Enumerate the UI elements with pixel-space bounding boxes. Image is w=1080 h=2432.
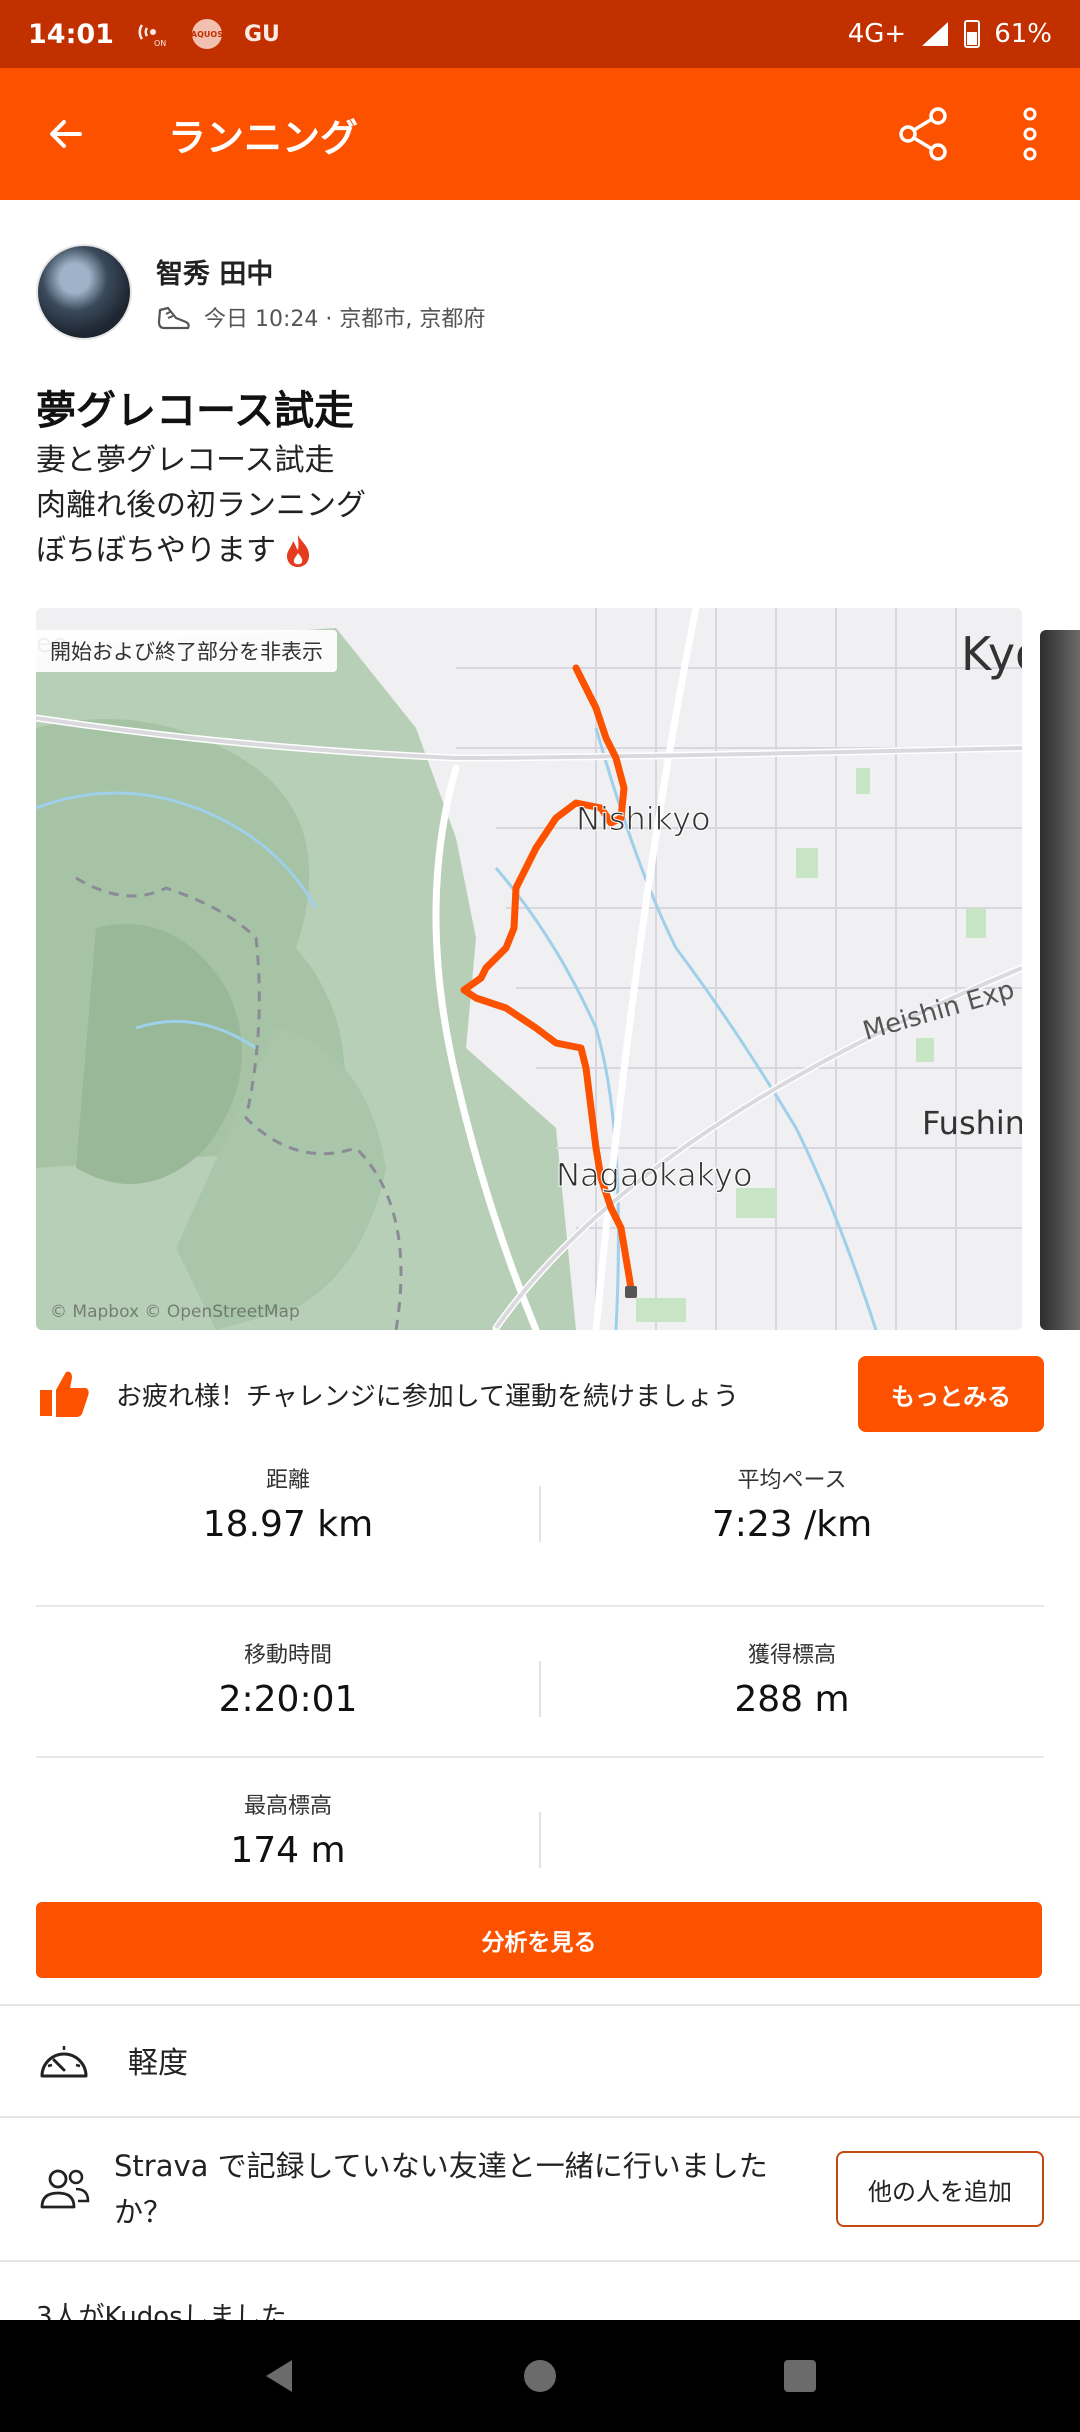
- stat-row-1: 距離 18.97 km 平均ペース 7:23 /km: [36, 1456, 1044, 1607]
- page-title: ランニング: [168, 115, 359, 160]
- perceived-effort-label: 軽度: [128, 2046, 188, 2081]
- map-privacy-tag: 開始および終了部分を非表示: [36, 630, 337, 672]
- map-privacy-tag-text: 開始および終了部分を非表示: [50, 640, 323, 664]
- status-time: 14:01: [28, 18, 114, 50]
- photo-peek[interactable]: [1040, 630, 1080, 1330]
- stat-avg-pace: 平均ペース 7:23 /km: [540, 1456, 1044, 1605]
- stats-grid: 距離 18.97 km 平均ペース 7:23 /km 移動時間 2:20:01 …: [36, 1456, 1044, 1909]
- stat-row-3: 最高標高 174 m: [36, 1758, 1044, 1909]
- gu-app-icon: GU: [243, 21, 280, 47]
- status-bar: 14:01 ON AQUOS GU 4G+ 61%: [0, 0, 1080, 68]
- gauge-icon: [40, 2046, 88, 2078]
- hotspot-on-icon: ON: [136, 17, 170, 51]
- stat-label: 獲得標高: [747, 1643, 836, 1668]
- map-label-nagaokakyo: Nagaokakyo: [556, 1156, 753, 1194]
- divider: [539, 1486, 541, 1542]
- divider: [0, 2260, 1080, 2262]
- map-label-fushimi: Fushin: [922, 1104, 1022, 1142]
- description-line-3: ぼちぼちやります: [36, 528, 366, 573]
- stat-elevation-gain: 獲得標高 288 m: [540, 1631, 1044, 1756]
- see-more-button[interactable]: もっとみる: [858, 1356, 1044, 1432]
- description-line-1: 妻と夢グレコース試走: [36, 443, 335, 478]
- map-canvas: Nishikyo Nagaokakyo Fushin Meishin Exp K…: [36, 608, 1022, 1330]
- challenge-text: お疲れ様！チャレンジに参加して運動を続けましょう: [116, 1381, 739, 1412]
- divider: [539, 1812, 541, 1868]
- add-friends-row: Strava で記録していない友達と一緒に行いましたか？ 他の人を追加: [36, 2146, 1044, 2232]
- stat-value: 174 m: [230, 1830, 346, 1871]
- activity-meta: 今日 10:24 · 京都市, 京都府: [156, 301, 485, 333]
- stat-value: 18.97 km: [202, 1504, 374, 1545]
- thumbs-up-icon: [40, 1371, 89, 1417]
- arrow-left-icon: [50, 120, 82, 148]
- route-map[interactable]: Nishikyo Nagaokakyo Fushin Meishin Exp K…: [36, 608, 1022, 1330]
- map-attribution: © Mapbox © OpenStreetMap: [50, 1302, 300, 1322]
- stat-label: 移動時間: [243, 1643, 332, 1668]
- running-shoe-icon: [157, 306, 190, 329]
- signal-icon: [922, 22, 949, 46]
- perceived-effort[interactable]: 軽度: [36, 2028, 188, 2092]
- stat-moving-time: 移動時間 2:20:01: [36, 1631, 540, 1756]
- add-others-button[interactable]: 他の人を追加: [836, 2151, 1044, 2227]
- activity-time-location: 今日 10:24 · 京都市, 京都府: [204, 306, 486, 332]
- activity-title: 夢グレコース試走: [36, 388, 354, 434]
- stat-value: 7:23 /km: [711, 1504, 873, 1545]
- stat-distance: 距離 18.97 km: [36, 1456, 540, 1605]
- view-analysis-button[interactable]: 分析を見る: [36, 1902, 1042, 1978]
- athlete-info: 智秀 田中 今日 10:24 · 京都市, 京都府: [156, 252, 485, 333]
- map-label-kyoto: Kyo: [961, 627, 1022, 681]
- divider: [0, 2116, 1080, 2118]
- stat-value: 2:20:01: [218, 1679, 358, 1720]
- share-icon: [899, 107, 947, 161]
- more-button[interactable]: [1000, 98, 1060, 170]
- stat-value: 288 m: [734, 1679, 850, 1720]
- group-icon: [40, 2169, 90, 2209]
- battery-percent: 61%: [994, 19, 1052, 49]
- battery-icon: [964, 20, 981, 48]
- athlete-name[interactable]: 智秀 田中: [156, 252, 485, 291]
- more-vertical-icon: [1023, 107, 1037, 161]
- avatar[interactable]: [36, 244, 132, 340]
- stat-label: 平均ペース: [737, 1468, 847, 1493]
- divider: [539, 1661, 541, 1717]
- map-label-nishikyo: Nishikyo: [576, 800, 711, 838]
- activity-description: 妻と夢グレコース試走 肉離れ後の初ランニング ぼちぼちやります: [36, 438, 366, 573]
- share-button[interactable]: [888, 98, 960, 170]
- app-bar: ランニング: [0, 68, 1080, 200]
- stat-max-elevation: 最高標高 174 m: [36, 1782, 540, 1909]
- athlete-header[interactable]: 智秀 田中 今日 10:24 · 京都市, 京都府: [36, 244, 485, 340]
- challenge-banner: お疲れ様！チャレンジに参加して運動を続けましょう もっとみる: [36, 1356, 1044, 1432]
- stat-label: 最高標高: [243, 1794, 332, 1819]
- network-type: 4G+: [847, 19, 907, 49]
- back-button[interactable]: [0, 68, 132, 200]
- divider: [0, 2004, 1080, 2006]
- aquos-icon: AQUOS: [191, 19, 223, 49]
- description-line-2: 肉離れ後の初ランニング: [36, 488, 366, 523]
- home-circle-icon[interactable]: [520, 2356, 560, 2396]
- svg-text:ON: ON: [154, 39, 166, 47]
- back-triangle-icon[interactable]: [260, 2356, 300, 2396]
- stat-row-2: 移動時間 2:20:01 獲得標高 288 m: [36, 1607, 1044, 1758]
- recents-square-icon[interactable]: [780, 2356, 820, 2396]
- fire-icon: [287, 534, 310, 567]
- stat-label: 距離: [265, 1468, 310, 1493]
- system-nav-bar: [0, 2320, 1080, 2432]
- friends-prompt: Strava で記録していない友達と一緒に行いましたか？: [114, 2149, 768, 2229]
- description-line-3-text: ぼちぼちやります: [36, 533, 276, 568]
- kudos-summary[interactable]: 3人がKudosしました: [36, 2300, 287, 2320]
